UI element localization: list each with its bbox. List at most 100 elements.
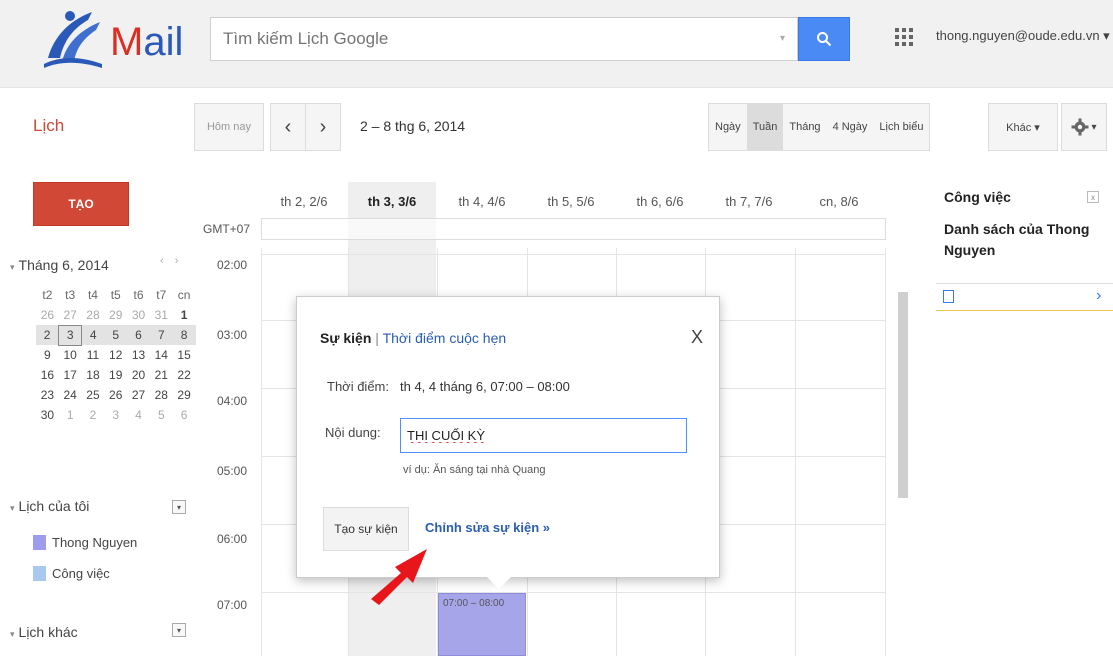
- mini-calendar-day[interactable]: 7: [149, 325, 173, 345]
- mini-calendar-day[interactable]: 26: [36, 305, 59, 325]
- view-week-button[interactable]: Tuần: [746, 104, 784, 150]
- tasks-title: Công việc: [944, 189, 1011, 205]
- day-header[interactable]: th 7, 7/6: [705, 194, 793, 209]
- grid-scrollbar[interactable]: [898, 292, 908, 498]
- mini-calendar-day[interactable]: 11: [82, 345, 105, 365]
- mini-calendar-day[interactable]: 5: [104, 325, 128, 345]
- mini-calendar-day[interactable]: 19: [104, 365, 127, 385]
- my-calendars-menu-icon[interactable]: ▾: [172, 500, 186, 514]
- tasks-list-name[interactable]: Danh sách của Thong Nguyen: [944, 219, 1104, 261]
- view-4days-button[interactable]: 4 Ngày: [827, 104, 874, 150]
- next-week-button[interactable]: ›: [305, 103, 341, 151]
- my-calendars-title[interactable]: ▾ Lịch của tôi: [10, 498, 89, 514]
- mini-calendar-title[interactable]: ▾ Tháng 6, 2014: [10, 257, 109, 273]
- mini-calendar-day[interactable]: 5: [150, 405, 173, 425]
- mini-calendar-day[interactable]: 13: [127, 345, 150, 365]
- mini-calendar-day[interactable]: 14: [150, 345, 173, 365]
- calendar-item-cong-viec[interactable]: Công việc: [33, 563, 110, 583]
- day-divider: [885, 248, 886, 656]
- mini-calendar-day[interactable]: 15: [173, 345, 196, 365]
- search-button[interactable]: [798, 17, 850, 61]
- calendar-color-swatch: [33, 565, 46, 581]
- mini-calendar-day[interactable]: 3: [104, 405, 127, 425]
- calendar-item-thong-nguyen[interactable]: Thong Nguyen: [33, 532, 137, 552]
- mail-logo[interactable]: Mail: [40, 6, 200, 70]
- day-header[interactable]: th 6, 6/6: [616, 194, 704, 209]
- account-menu[interactable]: thong.nguyen@oude.edu.vn ▾: [936, 28, 1110, 44]
- mini-calendar-day[interactable]: 28: [150, 385, 173, 405]
- day-header[interactable]: th 4, 4/6: [438, 194, 526, 209]
- day-header[interactable]: th 2, 2/6: [260, 194, 348, 209]
- mini-calendar-day[interactable]: 30: [127, 305, 150, 325]
- mini-calendar-day[interactable]: 6: [127, 325, 150, 345]
- view-switcher: Ngày Tuần Tháng 4 Ngày Lịch biểu: [708, 103, 931, 151]
- mini-calendar-day[interactable]: 21: [150, 365, 173, 385]
- event-title-input[interactable]: [400, 418, 687, 453]
- mini-calendar-day[interactable]: 23: [36, 385, 59, 405]
- mini-calendar-day[interactable]: 6: [173, 405, 196, 425]
- mini-calendar-day[interactable]: 30: [36, 405, 59, 425]
- mini-calendar-day[interactable]: 17: [59, 365, 82, 385]
- hour-label: 07:00: [217, 598, 248, 612]
- day-header[interactable]: cn, 8/6: [795, 194, 883, 209]
- other-calendars-menu-icon[interactable]: ▾: [172, 623, 186, 637]
- task-row[interactable]: ›: [936, 283, 1113, 311]
- mini-calendar-day[interactable]: 22: [173, 365, 196, 385]
- day-header-selected[interactable]: th 3, 3/6: [348, 194, 436, 209]
- task-checkbox[interactable]: [943, 290, 954, 303]
- mini-calendar-day[interactable]: 16: [36, 365, 59, 385]
- mini-calendar-day[interactable]: 2: [36, 325, 59, 345]
- mini-calendar-day[interactable]: 1: [173, 305, 196, 325]
- previous-week-button[interactable]: ‹: [270, 103, 306, 151]
- timezone-label: GMT+07: [203, 222, 251, 236]
- calendar-color-swatch: [33, 534, 46, 550]
- when-label: Thời điểm:: [327, 379, 389, 394]
- collapse-caret-icon: ▾: [10, 503, 15, 513]
- day-header[interactable]: th 5, 5/6: [527, 194, 615, 209]
- settings-button[interactable]: ▾: [1061, 103, 1107, 151]
- create-event-button[interactable]: TẠO: [33, 182, 129, 226]
- mini-calendar-day[interactable]: 29: [173, 385, 196, 405]
- tab-event[interactable]: Sự kiện: [320, 330, 371, 346]
- mini-calendar-day[interactable]: 2: [82, 405, 105, 425]
- mini-calendar-day[interactable]: 9: [36, 345, 59, 365]
- mini-calendar-day[interactable]: 1: [59, 405, 82, 425]
- search-input[interactable]: [210, 17, 798, 61]
- chevron-right-icon[interactable]: ›: [1096, 287, 1101, 305]
- mini-calendar-day[interactable]: 4: [81, 325, 105, 345]
- mini-calendar-day[interactable]: 29: [104, 305, 127, 325]
- mini-calendar-day[interactable]: 28: [82, 305, 105, 325]
- edit-event-link[interactable]: Chỉnh sửa sự kiện »: [425, 520, 550, 535]
- mini-calendar-day[interactable]: 8: [172, 325, 196, 345]
- mini-calendar-day[interactable]: 18: [82, 365, 105, 385]
- other-calendars-title[interactable]: ▾ Lịch khác: [10, 624, 78, 640]
- mini-calendar-month: Tháng 6, 2014: [18, 257, 109, 273]
- when-value: th 4, 4 tháng 6, 07:00 – 08:00: [400, 379, 570, 394]
- tasks-close-icon[interactable]: x: [1087, 191, 1099, 203]
- all-day-row[interactable]: [261, 218, 886, 240]
- mini-calendar-day[interactable]: 31: [150, 305, 173, 325]
- mini-calendar-day[interactable]: 27: [127, 385, 150, 405]
- mini-calendar-day[interactable]: 12: [104, 345, 127, 365]
- new-event-block[interactable]: 07:00 – 08:00: [438, 593, 526, 656]
- more-button[interactable]: Khác ▾: [988, 103, 1058, 151]
- view-day-button[interactable]: Ngày: [709, 104, 747, 150]
- mini-calendar-day[interactable]: 25: [82, 385, 105, 405]
- view-month-button[interactable]: Tháng: [783, 104, 826, 150]
- hour-label: 03:00: [217, 328, 248, 342]
- mini-calendar-day[interactable]: 4: [127, 405, 150, 425]
- today-button[interactable]: Hôm nay: [194, 103, 264, 151]
- mini-calendar-day[interactable]: 26: [104, 385, 127, 405]
- search-options-icon[interactable]: ▾: [780, 33, 785, 44]
- mini-calendar-day[interactable]: 20: [127, 365, 150, 385]
- mini-calendar-day[interactable]: 10: [59, 345, 82, 365]
- mini-calendar-day[interactable]: 27: [59, 305, 82, 325]
- mini-calendar-nav[interactable]: ‹ ›: [160, 255, 182, 267]
- mini-calendar-day[interactable]: 24: [59, 385, 82, 405]
- mini-calendar-today[interactable]: 3: [58, 324, 83, 346]
- close-icon[interactable]: X: [691, 327, 703, 348]
- view-agenda-button[interactable]: Lịch biểu: [873, 104, 929, 150]
- tab-appointment-slots[interactable]: Thời điểm cuộc hẹn: [383, 330, 507, 346]
- apps-grid-icon[interactable]: [895, 28, 913, 46]
- weekday-label: t6: [133, 288, 144, 302]
